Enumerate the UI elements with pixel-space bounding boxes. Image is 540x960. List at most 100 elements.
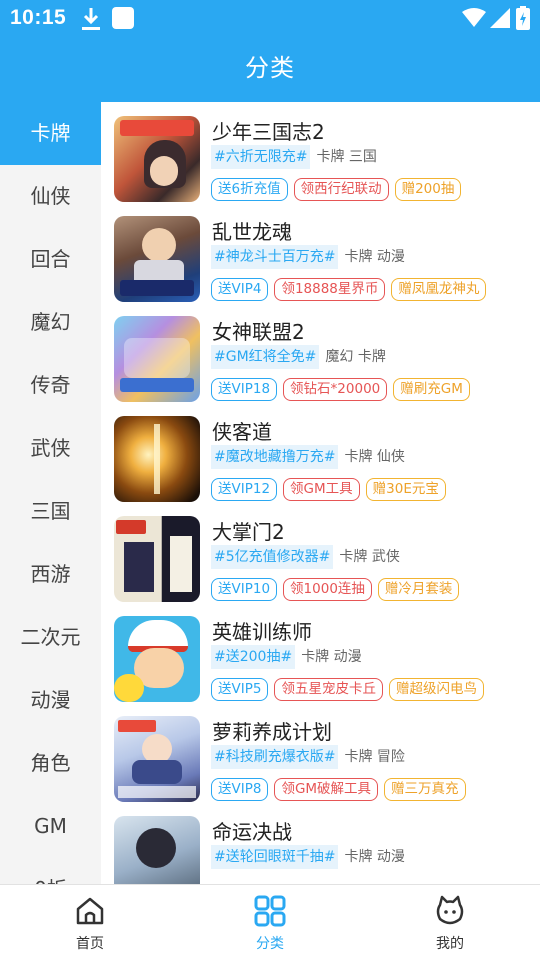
sidebar-item-turn-based[interactable]: 回合 xyxy=(0,228,101,291)
game-categories: 卡牌 三国 xyxy=(316,149,377,165)
game-categories: 卡牌 仙侠 xyxy=(344,449,405,465)
game-item[interactable]: 乱世龙魂 #神龙斗士百万充# 卡牌 动漫 送VIP4 领18888星界币 赠凤凰龙神丸 xyxy=(101,202,540,302)
vip-badge: 送6折充值 xyxy=(211,178,288,201)
game-tagline: #GM红将全免# 魔幻 卡牌 xyxy=(211,345,386,369)
game-badges: 送VIP4 领18888星界币 赠凤凰龙神丸 xyxy=(211,278,492,301)
sidebar-item-wuxia[interactable]: 武侠 xyxy=(0,417,101,480)
sidebar-item-rpg[interactable]: 角色 xyxy=(0,732,101,795)
game-tagline: #送轮回眼斑千抽# 卡牌 动漫 xyxy=(211,845,405,869)
game-hashtag[interactable]: #5亿充值修改器# xyxy=(211,545,334,569)
bonus-badge: 赠三万真充 xyxy=(384,778,466,801)
profile-icon xyxy=(436,895,464,925)
status-time: 10:15 xyxy=(10,6,67,29)
bottom-navigation: 首页 分类 我的 xyxy=(0,884,540,960)
vip-badge: 送VIP10 xyxy=(211,578,278,601)
bonus-badge: 赠刷充GM xyxy=(393,378,470,401)
game-name: 萝莉养成计划 xyxy=(212,720,332,744)
sidebar-item-card[interactable]: 卡牌 xyxy=(0,102,101,165)
sidebar-item-three-kingdoms[interactable]: 三国 xyxy=(0,480,101,543)
nav-profile-label: 我的 xyxy=(436,936,464,952)
sidebar-item-gm[interactable]: GM xyxy=(0,795,101,858)
game-thumbnail[interactable] xyxy=(114,416,200,502)
nav-category[interactable]: 分类 xyxy=(180,885,360,960)
sidebar-item-legend[interactable]: 传奇 xyxy=(0,354,101,417)
gift-badge: 领钻石*20000 xyxy=(283,378,388,401)
app-header: 10:15 分类 xyxy=(0,0,540,102)
bonus-badge: 赠冷月套装 xyxy=(377,578,460,601)
game-hashtag[interactable]: #科技刷充爆衣版# xyxy=(211,745,339,769)
category-sidebar: 卡牌 仙侠 回合 魔幻 传奇 武侠 三国 西游 二次元 动漫 角色 GM 0折 xyxy=(0,102,101,884)
game-categories: 卡牌 武侠 xyxy=(339,549,400,565)
game-tagline: #魔改地藏撸万充# 卡牌 仙侠 xyxy=(211,445,405,469)
game-hashtag[interactable]: #送轮回眼斑千抽# xyxy=(211,845,339,869)
game-badges: 送6折充值 领西行纪联动 赠200抽 xyxy=(211,178,467,201)
game-name: 侠客道 xyxy=(212,420,272,444)
game-tagline: #科技刷充爆衣版# 卡牌 冒险 xyxy=(211,745,405,769)
game-item[interactable]: 萝莉养成计划 #科技刷充爆衣版# 卡牌 冒险 送VIP8 领GM破解工具 赠三万真充 xyxy=(101,702,540,802)
gift-badge: 领五星宠皮卡丘 xyxy=(274,678,383,701)
game-categories: 卡牌 动漫 xyxy=(344,249,405,265)
game-hashtag[interactable]: #送200抽# xyxy=(211,645,296,669)
gift-badge: 领GM工具 xyxy=(283,478,360,501)
grid-icon xyxy=(254,895,286,927)
bonus-badge: 赠超级闪电鸟 xyxy=(388,678,484,701)
game-badges: 送VIP10 领1000连抽 赠冷月套装 xyxy=(211,578,465,601)
nav-profile[interactable]: 我的 xyxy=(360,885,540,960)
game-thumbnail[interactable] xyxy=(114,116,200,202)
game-item[interactable]: 大掌门2 #5亿充值修改器# 卡牌 武侠 送VIP10 领1000连抽 赠冷月套装 xyxy=(101,502,540,602)
game-thumbnail[interactable] xyxy=(114,216,200,302)
game-item[interactable]: 女神联盟2 #GM红将全免# 魔幻 卡牌 送VIP18 领钻石*20000 赠刷充GM xyxy=(101,302,540,402)
game-hashtag[interactable]: #神龙斗士百万充# xyxy=(211,245,339,269)
sidebar-item-acg[interactable]: 二次元 xyxy=(0,606,101,669)
game-thumbnail[interactable] xyxy=(114,616,200,702)
game-item[interactable]: 侠客道 #魔改地藏撸万充# 卡牌 仙侠 送VIP12 领GM工具 赠30E元宝 xyxy=(101,402,540,502)
page-title: 分类 xyxy=(245,54,295,82)
battery-icon xyxy=(516,6,530,30)
game-tagline: #送200抽# 卡牌 动漫 xyxy=(211,645,362,669)
game-hashtag[interactable]: #魔改地藏撸万充# xyxy=(211,445,339,469)
game-thumbnail[interactable] xyxy=(114,716,200,802)
notification-icon xyxy=(112,7,134,29)
sidebar-item-journey-west[interactable]: 西游 xyxy=(0,543,101,606)
game-item[interactable]: 命运决战 #送轮回眼斑千抽# 卡牌 动漫 xyxy=(101,802,540,884)
game-item[interactable]: 少年三国志2 #六折无限充# 卡牌 三国 送6折充值 领西行纪联动 赠200抽 xyxy=(101,102,540,202)
sidebar-item-anime[interactable]: 动漫 xyxy=(0,669,101,732)
game-thumbnail[interactable] xyxy=(114,816,200,884)
game-thumbnail[interactable] xyxy=(114,316,200,402)
wifi-icon xyxy=(462,8,486,27)
gift-badge: 领西行纪联动 xyxy=(293,178,389,201)
game-name: 英雄训练师 xyxy=(212,620,312,644)
home-icon xyxy=(76,897,104,925)
game-categories: 魔幻 卡牌 xyxy=(325,349,386,365)
nav-home[interactable]: 首页 xyxy=(0,885,180,960)
game-badges: 送VIP8 领GM破解工具 赠三万真充 xyxy=(211,778,472,801)
game-categories: 卡牌 冒险 xyxy=(344,749,405,765)
sidebar-item-xianxia[interactable]: 仙侠 xyxy=(0,165,101,228)
game-item[interactable]: 英雄训练师 #送200抽# 卡牌 动漫 送VIP5 领五星宠皮卡丘 赠超级闪电鸟 xyxy=(101,602,540,702)
sidebar-item-zero-discount[interactable]: 0折 xyxy=(0,858,101,884)
game-categories: 卡牌 动漫 xyxy=(344,849,405,865)
download-icon xyxy=(82,8,100,30)
game-categories: 卡牌 动漫 xyxy=(301,649,362,665)
game-hashtag[interactable]: #六折无限充# xyxy=(211,145,311,169)
game-badges: 送VIP12 领GM工具 赠30E元宝 xyxy=(211,478,452,501)
vip-badge: 送VIP5 xyxy=(211,678,269,701)
game-name: 乱世龙魂 xyxy=(212,220,292,244)
gift-badge: 领GM破解工具 xyxy=(274,778,379,801)
nav-category-label: 分类 xyxy=(256,936,284,952)
game-name: 女神联盟2 xyxy=(212,320,305,344)
sidebar-item-fantasy[interactable]: 魔幻 xyxy=(0,291,101,354)
game-badges: 送VIP5 领五星宠皮卡丘 赠超级闪电鸟 xyxy=(211,678,490,701)
vip-badge: 送VIP4 xyxy=(211,278,269,301)
status-bar: 10:15 xyxy=(0,0,540,38)
bonus-badge: 赠30E元宝 xyxy=(365,478,446,501)
vip-badge: 送VIP18 xyxy=(211,378,278,401)
bonus-badge: 赠200抽 xyxy=(394,178,462,201)
bonus-badge: 赠凤凰龙神丸 xyxy=(391,278,487,301)
game-thumbnail[interactable] xyxy=(114,516,200,602)
game-list: 少年三国志2 #六折无限充# 卡牌 三国 送6折充值 领西行纪联动 赠200抽 乱世龙… xyxy=(101,102,540,884)
gift-badge: 领18888星界币 xyxy=(274,278,386,301)
game-name: 少年三国志2 xyxy=(212,120,325,144)
game-hashtag[interactable]: #GM红将全免# xyxy=(211,345,320,369)
vip-badge: 送VIP12 xyxy=(211,478,278,501)
